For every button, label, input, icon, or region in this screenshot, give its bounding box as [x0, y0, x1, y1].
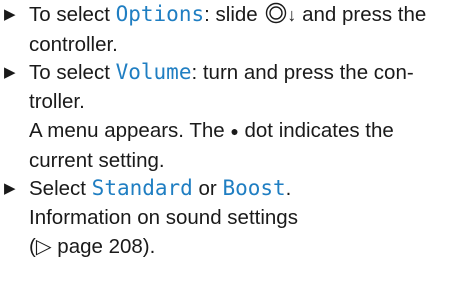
- boost-keyword: Boost: [222, 176, 286, 200]
- options-keyword: Options: [115, 2, 205, 26]
- step-text: To select Options: slide ↓ and press the…: [29, 0, 459, 59]
- controller-icon: [266, 2, 287, 24]
- step-end: .: [285, 177, 292, 200]
- step-prefix: To select: [29, 61, 116, 84]
- info-text: Information on sound settings: [29, 206, 298, 229]
- step-text: Select Standard or Boost. Information on…: [29, 174, 459, 261]
- step-mid: : slide: [204, 3, 264, 26]
- step-text: To select Volume: turn and press the con…: [29, 58, 459, 175]
- step-bullet-icon: ▶: [4, 64, 16, 81]
- step-select-sound-mode: ▶ Select Standard or Boost. Information …: [0, 174, 463, 261]
- step-note: A menu appears. The ● dot indicates the …: [29, 116, 459, 175]
- step-bullet-icon: ▶: [4, 180, 16, 197]
- volume-keyword: Volume: [115, 60, 192, 84]
- standard-keyword: Standard: [91, 176, 193, 200]
- step-joiner: or: [192, 177, 223, 200]
- step-bullet-icon: ▶: [4, 6, 16, 23]
- step-select-options: ▶ To select Options: slide ↓ and press t…: [0, 0, 463, 59]
- step-select-volume: ▶ To select Volume: turn and press the c…: [0, 58, 463, 175]
- step-prefix: Select: [29, 177, 92, 200]
- note-prefix: A menu appears. The: [29, 119, 231, 142]
- instruction-document: ▶ To select Options: slide ↓ and press t…: [0, 0, 463, 287]
- step-prefix: To select: [29, 3, 116, 26]
- bullet-dot-icon: ●: [230, 123, 239, 139]
- page-reference: (▷ page 208).: [29, 235, 156, 258]
